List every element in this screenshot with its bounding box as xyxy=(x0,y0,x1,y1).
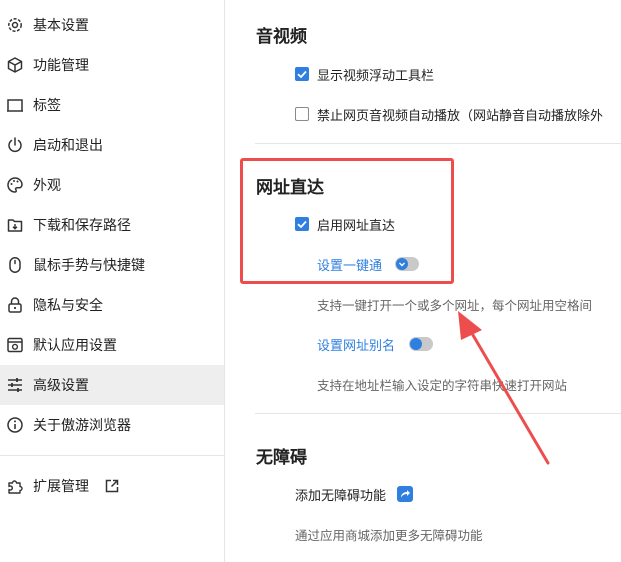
sidebar-item-label: 下载和保存路径 xyxy=(33,218,131,234)
checkbox-video-toolbar[interactable] xyxy=(295,67,309,81)
sidebar-item-label: 启动和退出 xyxy=(33,138,103,154)
url-alias-description: 支持在地址栏输入设定的字符串快速打开网站 xyxy=(317,378,568,393)
sliders-icon xyxy=(6,376,24,394)
section-title-av: 音视频 xyxy=(256,27,307,47)
sidebar-item-about[interactable]: 关于傲游浏览器 xyxy=(0,405,224,445)
tab-icon xyxy=(6,96,24,114)
default-app-icon xyxy=(6,336,24,354)
sidebar-item-extensions[interactable]: 扩展管理 xyxy=(0,466,224,506)
puzzle-icon xyxy=(6,477,24,495)
option-label-block-autoplay: 禁止网页音视频自动播放（网站静音自动播放除外 xyxy=(317,109,604,124)
sidebar-item-default-apps[interactable]: 默认应用设置 xyxy=(0,325,224,365)
external-link-icon xyxy=(104,478,120,494)
sidebar-item-label: 默认应用设置 xyxy=(33,338,117,354)
one-key-description: 支持一键打开一个或多个网址，每个网址用空格间 xyxy=(317,298,593,313)
url-alias-settings-link[interactable]: 设置网址别名 xyxy=(317,335,395,354)
option-label-video-toolbar: 显示视频浮动工具栏 xyxy=(317,69,435,84)
sidebar-item-mouse-gestures[interactable]: 鼠标手势与快捷键 xyxy=(0,245,224,285)
lock-icon xyxy=(6,296,24,314)
download-icon xyxy=(6,216,24,234)
sidebar-item-label: 外观 xyxy=(33,178,61,194)
sidebar-item-label: 鼠标手势与快捷键 xyxy=(33,258,145,274)
sidebar-item-tabs[interactable]: 标签 xyxy=(0,85,224,125)
sidebar-item-appearance[interactable]: 外观 xyxy=(0,165,224,205)
sidebar-item-label: 关于傲游浏览器 xyxy=(33,418,131,434)
palette-icon xyxy=(6,176,24,194)
sidebar-item-label: 扩展管理 xyxy=(33,479,89,495)
sidebar-item-advanced-settings[interactable]: 高级设置 xyxy=(0,365,224,405)
sidebar-item-label: 高级设置 xyxy=(33,378,89,394)
sidebar-item-label: 隐私与安全 xyxy=(33,298,103,314)
sidebar-divider xyxy=(0,455,224,456)
section-title-accessibility: 无障碍 xyxy=(256,448,307,468)
accessibility-description: 通过应用商城添加更多无障碍功能 xyxy=(295,528,483,543)
cube-icon xyxy=(6,56,24,74)
section-divider xyxy=(255,143,621,144)
info-icon xyxy=(6,416,24,434)
checkbox-block-autoplay[interactable] xyxy=(295,107,309,121)
url-alias-toggle[interactable] xyxy=(409,337,433,351)
gear-icon xyxy=(6,16,24,34)
mouse-icon xyxy=(6,256,24,274)
sidebar-item-feature-management[interactable]: 功能管理 xyxy=(0,45,224,85)
toggle-knob xyxy=(410,338,422,350)
external-link-icon[interactable] xyxy=(397,486,413,502)
settings-sidebar: 基本设置 功能管理 标签 启动和退出 外观 下载和保存路径 鼠标手势与快捷键 隐… xyxy=(0,0,225,562)
sidebar-item-label: 基本设置 xyxy=(33,18,89,34)
sidebar-item-startup-exit[interactable]: 启动和退出 xyxy=(0,125,224,165)
annotation-highlight-box xyxy=(240,158,454,284)
add-accessibility-label: 添加无障碍功能 xyxy=(295,489,387,504)
sidebar-item-download-path[interactable]: 下载和保存路径 xyxy=(0,205,224,245)
section-divider xyxy=(255,413,621,414)
sidebar-item-privacy-security[interactable]: 隐私与安全 xyxy=(0,285,224,325)
sidebar-item-label: 标签 xyxy=(33,98,61,114)
sidebar-item-basic-settings[interactable]: 基本设置 xyxy=(0,5,224,45)
power-icon xyxy=(6,136,24,154)
sidebar-item-label: 功能管理 xyxy=(33,58,89,74)
